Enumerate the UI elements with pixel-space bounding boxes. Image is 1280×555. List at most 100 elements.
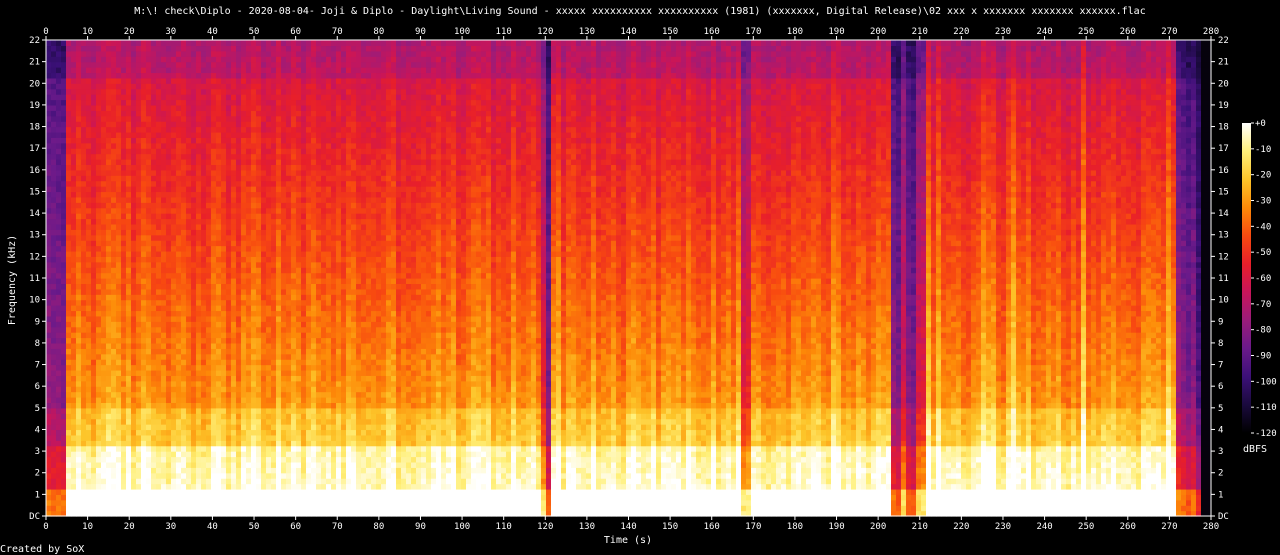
spectrogram-cell	[211, 321, 217, 328]
spectrogram-cell	[146, 321, 152, 328]
spectrogram-cell	[251, 159, 257, 166]
spectrogram-cell	[241, 494, 247, 501]
spectrogram-cell	[216, 478, 222, 485]
spectrogram-cell	[186, 321, 192, 328]
spectrogram-cell	[226, 494, 232, 501]
spectrogram-cell	[221, 429, 227, 436]
spectrogram-cell	[171, 191, 177, 198]
spectrogram-cell	[81, 67, 87, 74]
spectrogram-cell	[101, 164, 107, 171]
spectrogram-cell	[61, 337, 67, 344]
spectrogram-cell	[211, 77, 217, 84]
spectrogram-cell	[106, 110, 112, 117]
spectrogram-cell	[281, 137, 287, 144]
spectrogram-cell	[171, 213, 177, 220]
spectrogram-cell	[81, 164, 87, 171]
spectrogram-cell	[276, 315, 282, 322]
spectrogram-cell	[311, 386, 317, 393]
spectrogram-cell	[106, 391, 112, 398]
spectrogram-cell	[161, 180, 167, 187]
spectrogram-cell	[241, 250, 247, 257]
spectrogram-cell	[116, 137, 122, 144]
spectrogram-cell	[116, 272, 122, 279]
spectrogram-cell	[261, 175, 267, 182]
spectrogram-cell	[156, 126, 162, 133]
spectrogram-cell	[106, 56, 112, 63]
spectrogram-cell	[271, 451, 277, 458]
spectrogram-cell	[321, 229, 327, 236]
spectrogram-cell	[236, 261, 242, 268]
spectrogram-cell	[206, 121, 212, 128]
spectrogram-cell	[106, 240, 112, 247]
spectrogram-cell	[166, 121, 172, 128]
spectrogram-cell	[96, 353, 102, 360]
spectrogram-cell	[231, 391, 237, 398]
spectrogram-cell	[306, 88, 312, 95]
spectrogram-cell	[296, 310, 302, 317]
spectrogram-cell	[86, 191, 92, 198]
spectrogram-cell	[171, 337, 177, 344]
spectrogram-cell	[81, 45, 87, 52]
spectrogram-cell	[266, 299, 272, 306]
spectrogram-cell	[46, 488, 52, 495]
spectrogram-cell	[301, 88, 307, 95]
spectrogram-cell	[166, 505, 172, 512]
spectrogram-cell	[151, 456, 157, 463]
spectrogram-cell	[221, 175, 227, 182]
spectrogram-cell	[76, 299, 82, 306]
spectrogram-cell	[291, 256, 297, 263]
spectrogram-cell	[126, 131, 132, 138]
spectrogram-cell	[136, 67, 142, 74]
spectrogram-cell	[296, 369, 302, 376]
spectrogram-cell	[261, 397, 267, 404]
spectrogram-cell	[246, 56, 252, 63]
spectrogram-cell	[71, 159, 77, 166]
spectrogram-cell	[61, 472, 67, 479]
spectrogram-cell	[226, 94, 232, 101]
spectrogram-cell	[96, 40, 102, 47]
spectrogram-cell	[131, 278, 137, 285]
spectrogram-cell	[261, 72, 267, 79]
spectrogram-cell	[61, 391, 67, 398]
spectrogram-cell	[96, 99, 102, 106]
spectrogram-cell	[111, 305, 117, 312]
spectrogram-cell	[311, 94, 317, 101]
spectrogram-cell	[151, 180, 157, 187]
spectrogram-cell	[76, 332, 82, 339]
spectrogram-cell	[151, 250, 157, 257]
spectrogram-cell	[156, 94, 162, 101]
spectrogram-cell	[256, 375, 262, 382]
spectrogram-cell	[161, 353, 167, 360]
spectrogram-cell	[236, 83, 242, 90]
spectrogram-cell	[281, 94, 287, 101]
spectrogram-cell	[291, 94, 297, 101]
spectrogram-cell	[321, 256, 327, 263]
spectrogram-cell	[56, 223, 62, 230]
spectrogram-cell	[106, 440, 112, 447]
spectrogram-cell	[311, 488, 317, 495]
spectrogram-cell	[206, 110, 212, 117]
spectrogram-cell	[96, 131, 102, 138]
spectrogram-cell	[116, 451, 122, 458]
spectrogram-cell	[141, 153, 147, 160]
spectrogram-cell	[191, 61, 197, 68]
spectrogram-cell	[181, 142, 187, 149]
spectrogram-cell	[321, 240, 327, 247]
spectrogram-cell	[276, 332, 282, 339]
spectrogram-cell	[136, 186, 142, 193]
spectrogram-cell	[121, 494, 127, 501]
spectrogram-cell	[201, 418, 207, 425]
spectrogram-cell	[81, 499, 87, 506]
spectrogram-cell	[121, 386, 127, 393]
spectrogram-cell	[326, 364, 332, 371]
spectrogram-cell	[181, 250, 187, 257]
spectrogram-cell	[121, 294, 127, 301]
spectrogram-cell	[156, 467, 162, 474]
spectrogram-cell	[231, 72, 237, 79]
spectrogram-cell	[196, 56, 202, 63]
spectrogram-cell	[196, 375, 202, 382]
spectrogram-cell	[136, 494, 142, 501]
spectrogram-cell	[121, 288, 127, 295]
spectrogram-cell	[101, 407, 107, 414]
spectrogram-cell	[201, 451, 207, 458]
